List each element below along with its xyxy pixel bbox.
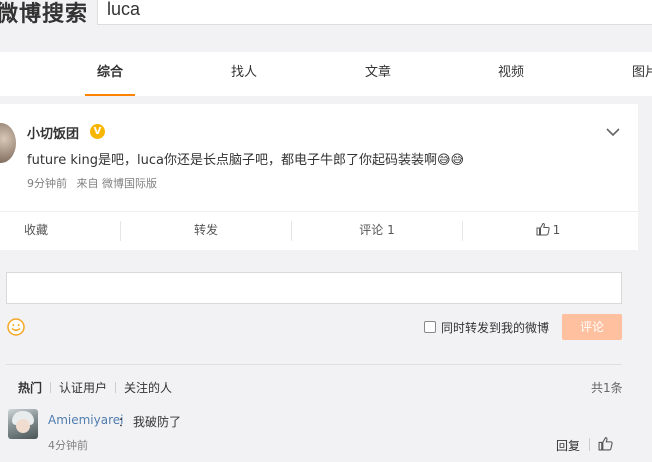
comment-text: 我破防了	[133, 415, 182, 429]
post-time[interactable]: 9分钟前	[27, 177, 67, 190]
post-card: 小切饭团 V future king是吧，luca你还是长点脑子吧，都电子牛郎了…	[0, 104, 638, 250]
comment-total: 共1条	[591, 381, 623, 395]
site-brand: 微博搜索	[0, 2, 89, 27]
thumbs-up-icon	[536, 222, 550, 236]
filter-following[interactable]: 关注的人	[124, 381, 172, 395]
tab-videos[interactable]: 视频	[486, 52, 536, 96]
comment-button[interactable]: 评论 1	[292, 212, 462, 250]
post-username[interactable]: 小切饭团	[27, 123, 79, 142]
comment-like-icon[interactable]	[598, 436, 613, 451]
divider	[6, 364, 622, 365]
comment-filters: 热门 认证用户 关注的人	[18, 379, 172, 396]
comment-avatar[interactable]	[8, 409, 38, 439]
comment-area: 同时转发到我的微博 评论 热门 认证用户 关注的人 共1条 Amiemiyarei …	[0, 250, 638, 462]
tab-articles[interactable]: 文章	[353, 52, 403, 96]
like-button[interactable]: 1	[463, 212, 633, 250]
repost-checkbox[interactable]	[424, 321, 436, 333]
post-meta: 9分钟前 来自 微博国际版	[27, 175, 163, 191]
post-source: 来自 微博国际版	[76, 177, 158, 190]
comment-input[interactable]	[6, 272, 622, 304]
search-box[interactable]	[97, 0, 652, 25]
header: 微博搜索	[0, 0, 652, 52]
search-input[interactable]	[98, 0, 652, 24]
post-actions: 收藏 转发 评论 1 1	[0, 211, 638, 249]
reply-button[interactable]: 回复	[556, 437, 580, 454]
like-count: 1	[552, 223, 561, 237]
comment-action-divider	[589, 438, 590, 451]
post-text: future king是吧，luca你还是长点脑子吧，都电子牛郎了你起码装装啊😅…	[27, 153, 465, 168]
comment-time: 4分钟前	[48, 439, 88, 452]
verified-badge-icon: V	[90, 124, 105, 139]
repost-label[interactable]: 同时转发到我的微博	[441, 319, 549, 336]
repost-button[interactable]: 转发	[121, 212, 291, 250]
avatar[interactable]	[0, 123, 16, 163]
tab-people[interactable]: 找人	[219, 52, 269, 96]
submit-comment-button[interactable]: 评论	[562, 314, 622, 340]
tab-bar: 综合 找人 文章 视频 图片	[0, 52, 652, 96]
favorite-button[interactable]: 收藏	[0, 212, 72, 250]
emoji-icon[interactable]	[7, 318, 25, 336]
filter-divider	[115, 382, 117, 393]
comment-username[interactable]: Amiemiyarei	[48, 413, 123, 427]
filter-hot[interactable]: 热门	[18, 381, 42, 395]
comment-colon: ：	[118, 415, 131, 429]
tab-images[interactable]: 图片	[620, 52, 652, 96]
filter-verified[interactable]: 认证用户	[59, 381, 107, 395]
tab-comprehensive[interactable]: 综合	[85, 52, 135, 96]
filter-divider	[50, 382, 52, 393]
chevron-down-icon[interactable]	[605, 124, 621, 140]
